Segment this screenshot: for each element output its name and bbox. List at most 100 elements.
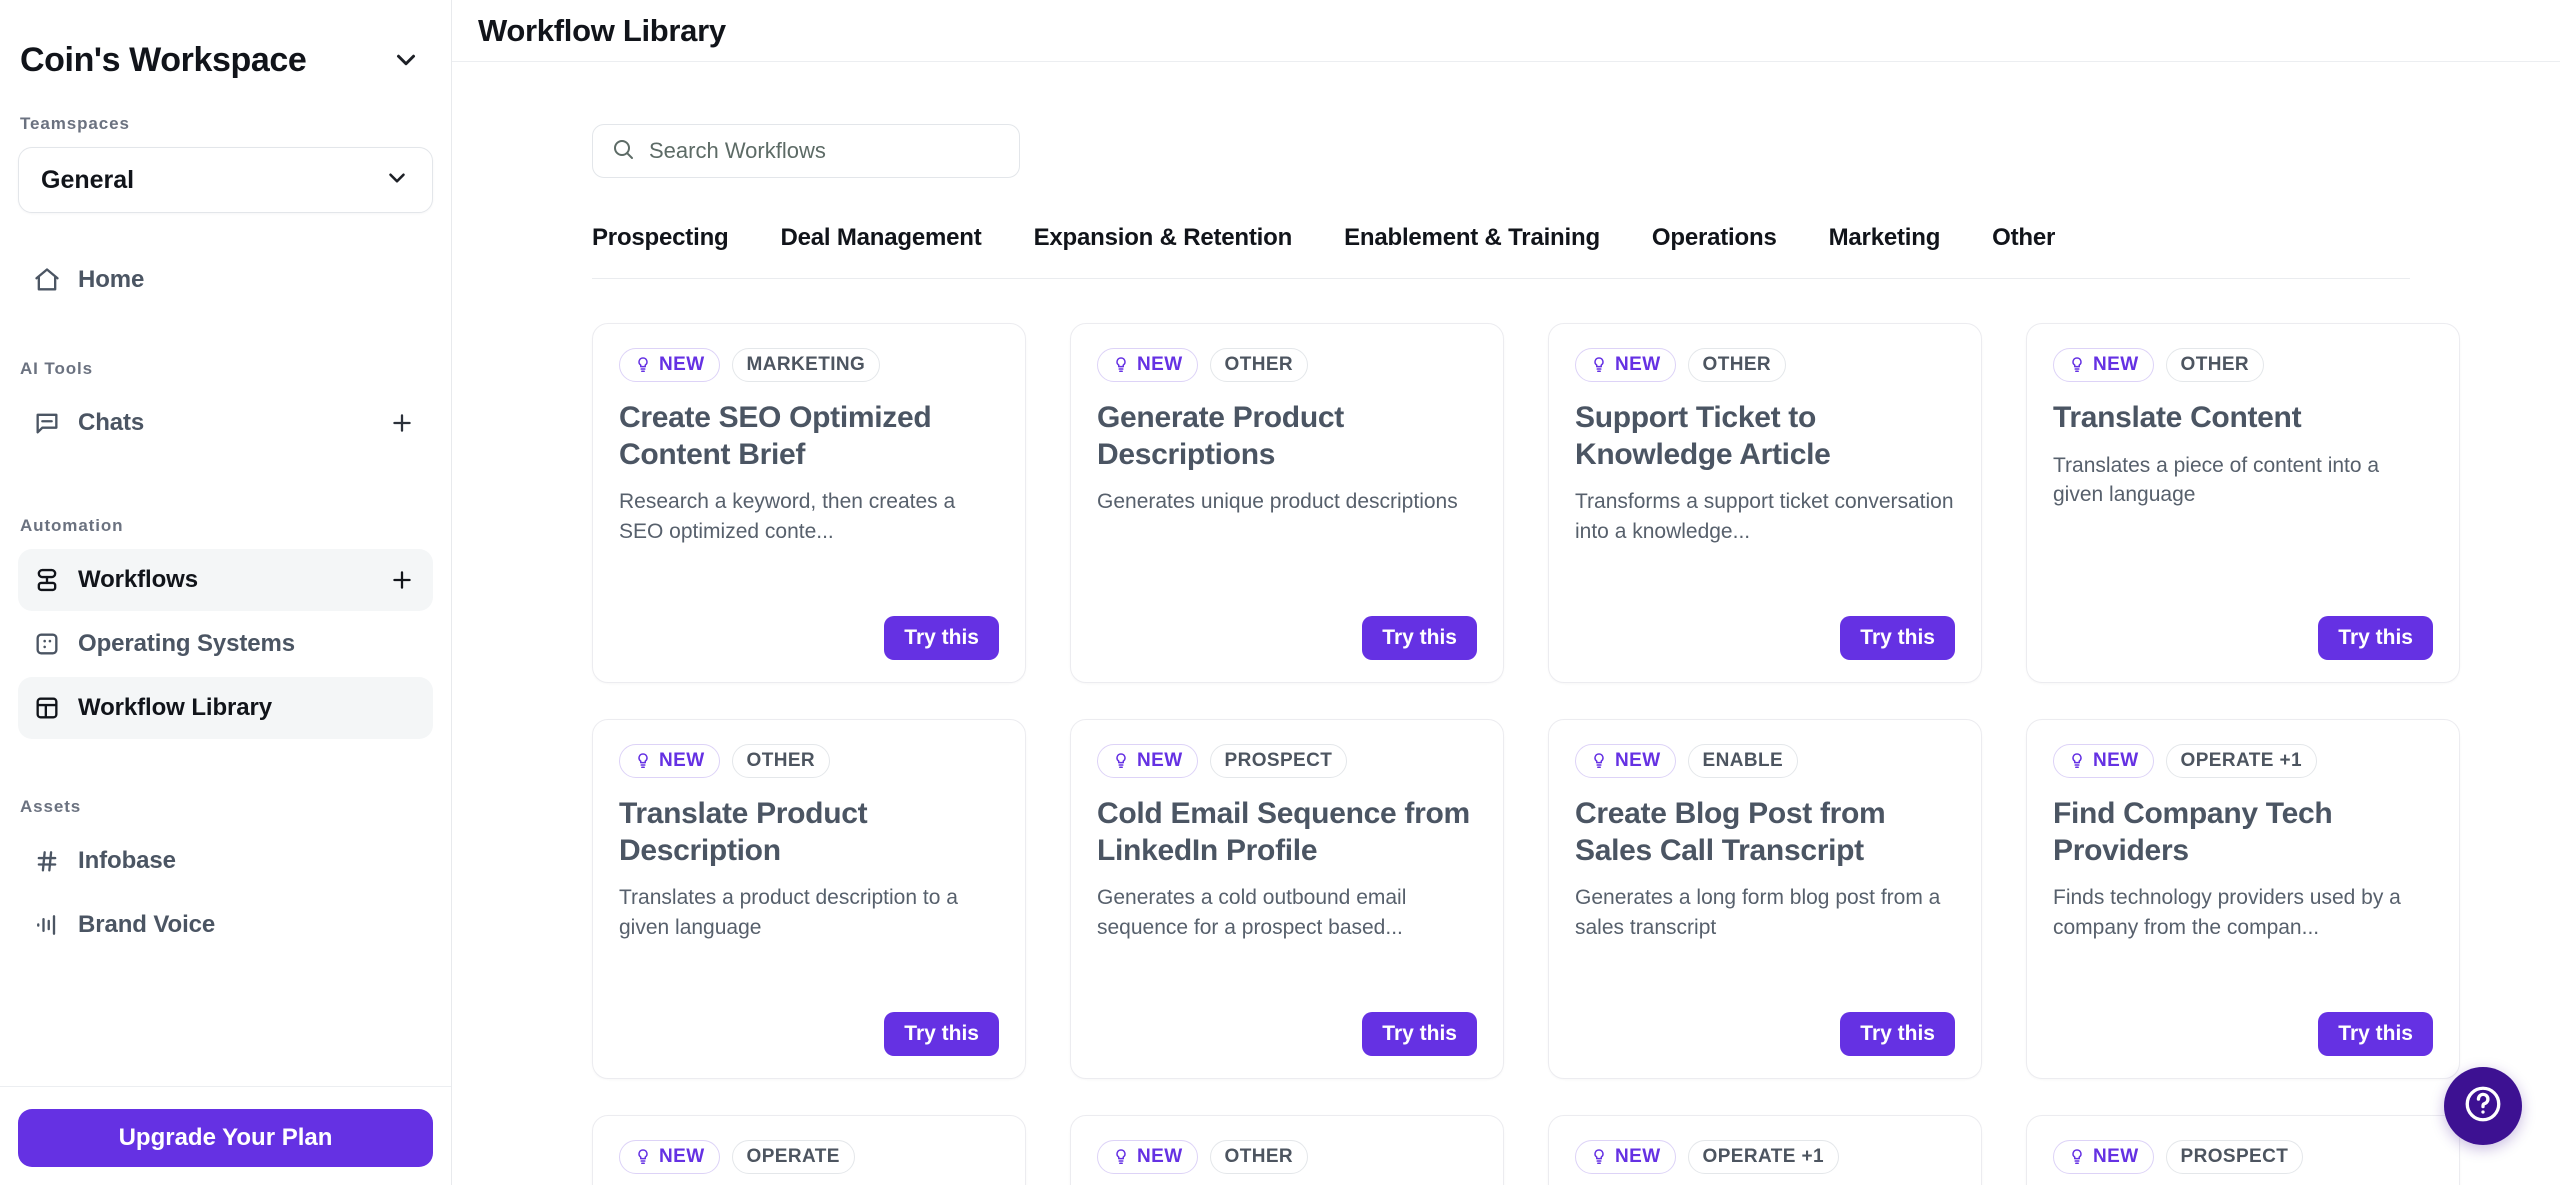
sidebar-item-brand-voice[interactable]: Brand Voice xyxy=(18,894,433,956)
new-badge-label: NEW xyxy=(659,1146,705,1167)
automation-label: Automation xyxy=(20,516,124,535)
status-badge-new: NEW xyxy=(1097,348,1198,382)
status-badge-new: NEW xyxy=(619,744,720,778)
tab-operations[interactable]: Operations xyxy=(1652,224,1777,278)
chevron-down-icon[interactable] xyxy=(391,45,421,75)
new-badge-label: NEW xyxy=(2093,1146,2139,1167)
category-badge: OTHER xyxy=(731,744,831,778)
card-footer: Try this xyxy=(619,616,999,660)
workflow-card[interactable]: NEWOPERATETry this xyxy=(592,1115,1026,1185)
try-this-button[interactable]: Try this xyxy=(1840,616,1955,660)
assets-label: Assets xyxy=(20,797,82,816)
status-badge-new: NEW xyxy=(1575,744,1676,778)
card-footer: Try this xyxy=(2053,616,2433,660)
workflow-card[interactable]: NEW OTHER Generate Product Descriptions Gen… xyxy=(1070,323,1504,683)
workflow-card[interactable]: NEW OTHER Translate Content Translates a pi… xyxy=(2026,323,2460,683)
sidebar-item-workflow-library[interactable]: Workflow Library xyxy=(18,677,433,739)
tab-marketing[interactable]: Marketing xyxy=(1829,224,1941,278)
plus-icon[interactable] xyxy=(389,567,415,593)
category-badge: OTHER xyxy=(1209,348,1309,382)
category-tabs: Prospecting Deal Management Expansion & Re… xyxy=(592,224,2410,279)
workflow-card[interactable]: NEW MARKETING Create SEO Optimized Content… xyxy=(592,323,1026,683)
operating-systems-icon xyxy=(32,629,62,659)
new-badge-label: NEW xyxy=(1137,1146,1183,1167)
workspace-switcher[interactable]: Coin's Workspace xyxy=(0,0,451,92)
lightbulb-icon xyxy=(1112,752,1130,770)
nav-primary: Home xyxy=(0,249,451,313)
try-this-button[interactable]: Try this xyxy=(1840,1012,1955,1056)
category-badge: PROSPECT xyxy=(1209,744,1348,778)
teamspaces-label: Teamspaces xyxy=(20,114,130,133)
sidebar-item-label: Workflows xyxy=(78,566,199,593)
card-badges: NEW OTHER xyxy=(1575,348,1955,382)
lightbulb-icon xyxy=(2068,1148,2086,1166)
card-title: Cold Email Sequence from LinkedIn Profil… xyxy=(1097,797,1470,867)
tab-expansion-retention[interactable]: Expansion & Retention xyxy=(1034,224,1293,278)
search-row xyxy=(452,62,2560,178)
card-description: Generates unique product descriptions xyxy=(1097,490,1458,514)
try-this-button[interactable]: Try this xyxy=(2318,616,2433,660)
lightbulb-icon xyxy=(1590,1148,1608,1166)
sidebar-item-home[interactable]: Home xyxy=(18,249,433,311)
new-badge-label: NEW xyxy=(1615,750,1661,771)
category-badge: OTHER xyxy=(1687,348,1787,382)
category-badge: OTHER xyxy=(1209,1140,1309,1174)
new-badge-label: NEW xyxy=(1137,750,1183,771)
workflow-card[interactable]: NEWOTHERTry this xyxy=(1070,1115,1504,1185)
new-badge-label: NEW xyxy=(659,750,705,771)
sidebar-item-infobase[interactable]: Infobase xyxy=(18,830,433,892)
workflow-card[interactable]: NEW OTHER Support Ticket to Knowledge Arti… xyxy=(1548,323,1982,683)
lightbulb-icon xyxy=(1590,752,1608,770)
nav-automation: Workflows Operating Systems Workflow Lib… xyxy=(0,549,451,741)
sidebar-item-label: Chats xyxy=(78,409,145,436)
tab-prospecting[interactable]: Prospecting xyxy=(592,224,729,278)
workflow-card[interactable]: NEW OTHER Translate Product Description Tra… xyxy=(592,719,1026,1079)
category-badge: MARKETING xyxy=(731,348,881,382)
card-footer: Try this xyxy=(1575,616,1955,660)
tab-deal-management[interactable]: Deal Management xyxy=(781,224,982,278)
tab-enablement-training[interactable]: Enablement & Training xyxy=(1344,224,1600,278)
teamspace-select-value: General xyxy=(41,165,135,194)
lightbulb-icon xyxy=(634,752,652,770)
try-this-button[interactable]: Try this xyxy=(1362,1012,1477,1056)
search-icon xyxy=(611,137,635,166)
upgrade-plan-button[interactable]: Upgrade Your Plan xyxy=(18,1109,433,1167)
teamspace-select[interactable]: General xyxy=(18,147,433,213)
tab-other[interactable]: Other xyxy=(1992,224,2055,278)
card-badges: NEW OPERATE +1 xyxy=(2053,744,2433,778)
help-circle-icon xyxy=(2462,1083,2504,1130)
search-input[interactable] xyxy=(649,138,1001,164)
new-badge-label: NEW xyxy=(2093,354,2139,375)
status-badge-new: NEW xyxy=(1575,1140,1676,1174)
workflow-card[interactable]: NEW PROSPECT Cold Email Sequence from Link… xyxy=(1070,719,1504,1079)
try-this-button[interactable]: Try this xyxy=(884,1012,999,1056)
page-header: Workflow Library xyxy=(452,0,2560,62)
help-button[interactable] xyxy=(2444,1067,2522,1145)
chevron-down-icon[interactable] xyxy=(384,165,410,196)
card-badges: NEW OPERATE xyxy=(619,1140,999,1174)
audio-waveform-icon xyxy=(32,910,62,940)
sidebar-item-chats[interactable]: Chats xyxy=(18,392,433,454)
workflow-card[interactable]: NEWPROSPECTTry this xyxy=(2026,1115,2460,1185)
card-badges: NEW ENABLE xyxy=(1575,744,1955,778)
card-title: Create SEO Optimized Content Brief xyxy=(619,401,932,471)
hash-icon xyxy=(32,846,62,876)
workflow-card[interactable]: NEW OPERATE +1 Find Company Tech Providers… xyxy=(2026,719,2460,1079)
plus-icon[interactable] xyxy=(389,410,415,436)
try-this-button[interactable]: Try this xyxy=(1362,616,1477,660)
try-this-button[interactable]: Try this xyxy=(2318,1012,2433,1056)
card-description: Generates a cold outbound email sequence… xyxy=(1097,886,1407,939)
card-title: Generate Product Descriptions xyxy=(1097,401,1344,471)
workflow-card[interactable]: NEWOPERATE +1Try this xyxy=(1548,1115,1982,1185)
app-root: Coin's Workspace Teamspaces General Home… xyxy=(0,0,2560,1185)
sidebar-item-operating-systems[interactable]: Operating Systems xyxy=(18,613,433,675)
category-badge: PROSPECT xyxy=(2165,1140,2304,1174)
card-badges: NEW OTHER xyxy=(1097,1140,1477,1174)
card-footer: Try this xyxy=(1097,1012,1477,1056)
workflow-card[interactable]: NEW ENABLE Create Blog Post from Sales Cal… xyxy=(1548,719,1982,1079)
search-box[interactable] xyxy=(592,124,1020,178)
sidebar-item-workflows[interactable]: Workflows xyxy=(18,549,433,611)
card-description: Research a keyword, then creates a SEO o… xyxy=(619,490,956,543)
try-this-button[interactable]: Try this xyxy=(884,616,999,660)
sidebar-item-label: Workflow Library xyxy=(78,694,272,721)
